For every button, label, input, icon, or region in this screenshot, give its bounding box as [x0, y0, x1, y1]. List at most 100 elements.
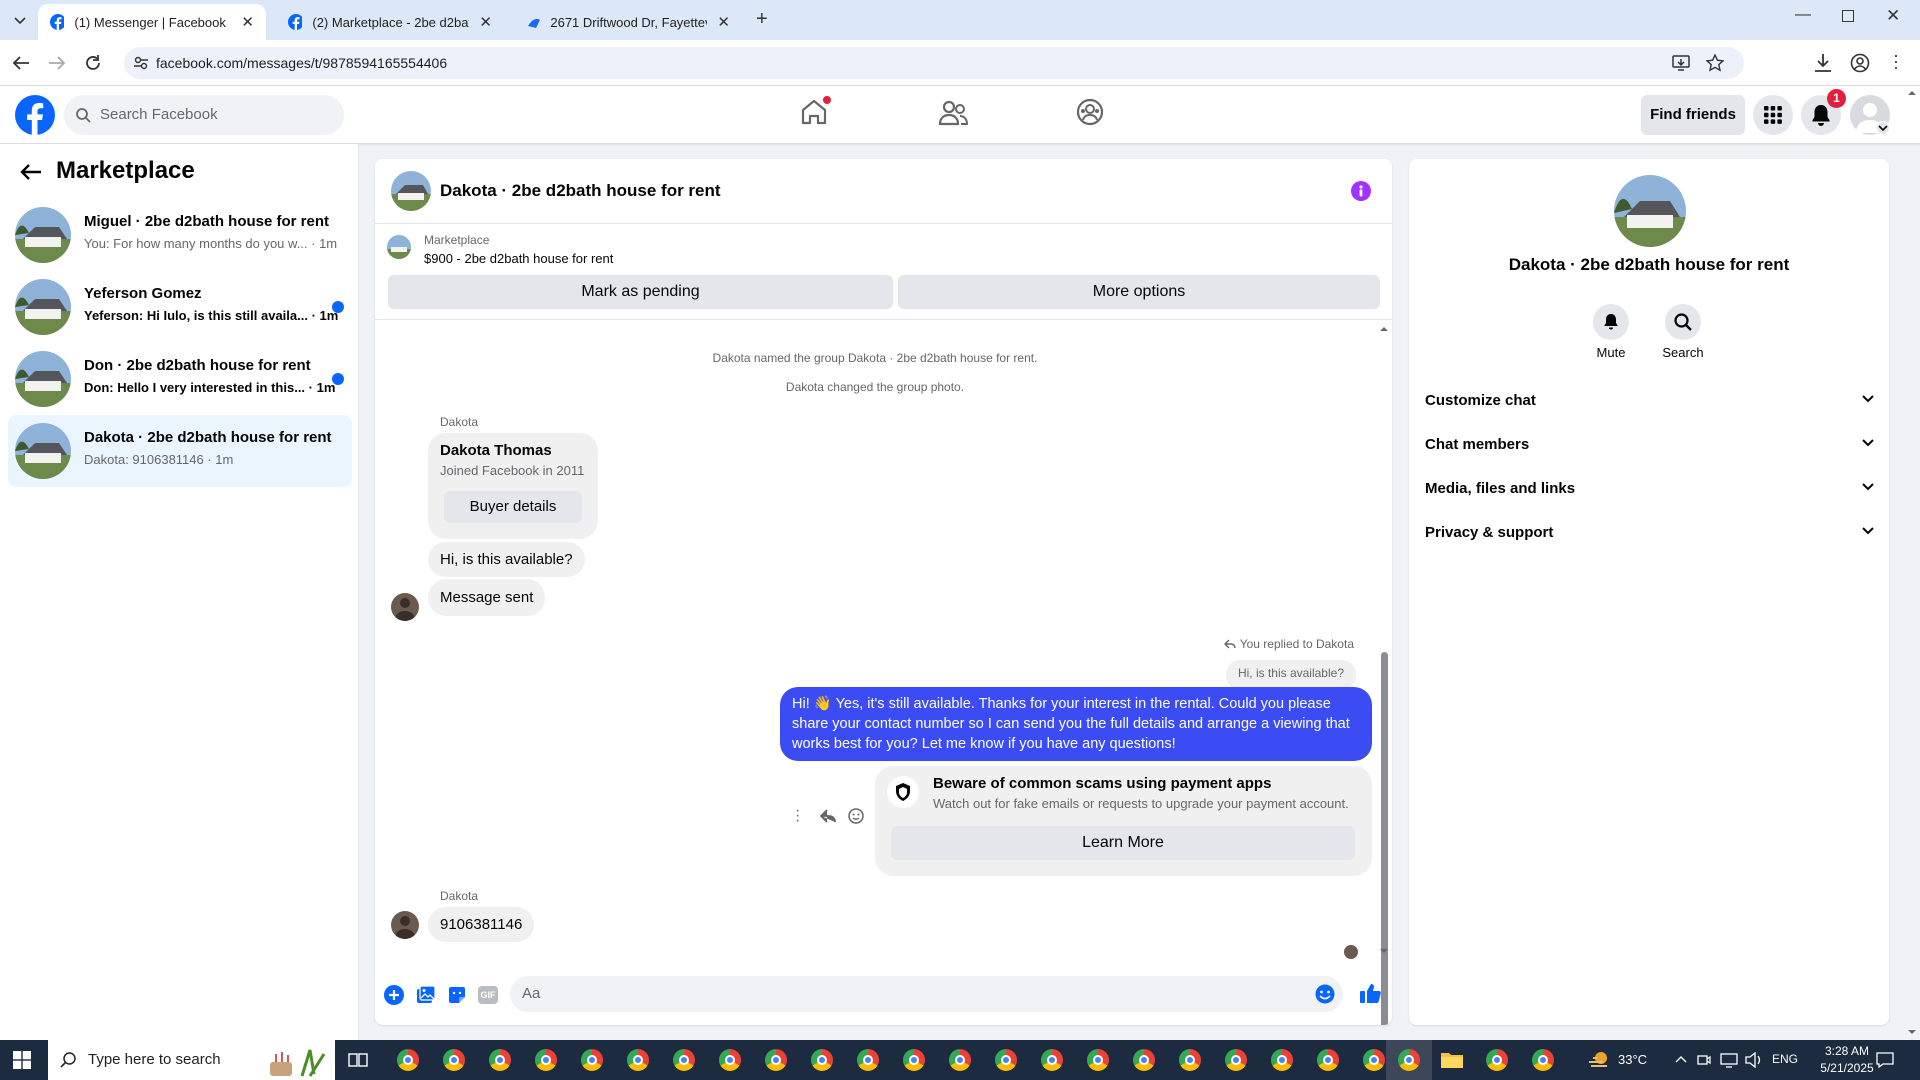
conversation-item[interactable]: Miguel · 2be d2bath house for rent You: …	[8, 199, 352, 271]
nav-home[interactable]	[800, 96, 831, 126]
tab-marketplace[interactable]: (2) Marketplace - 2be d2bath h ✕	[276, 4, 504, 40]
chrome-taskbar-icon[interactable]	[949, 1049, 971, 1071]
weather-temp[interactable]: 33°C	[1618, 1052, 1647, 1067]
facebook-logo[interactable]	[15, 95, 55, 135]
chrome-taskbar-icon[interactable]	[1271, 1049, 1293, 1071]
chrome-taskbar-icon[interactable]	[489, 1049, 511, 1071]
minimize-button[interactable]: —	[1795, 6, 1811, 24]
sender-avatar[interactable]	[391, 593, 419, 621]
back-arrow-icon[interactable]	[12, 55, 30, 71]
chrome-taskbar-icon[interactable]	[1363, 1049, 1385, 1071]
learn-more-button[interactable]: Learn More	[891, 826, 1355, 860]
volume-icon[interactable]	[1745, 1052, 1763, 1068]
forward-arrow-icon[interactable]	[48, 55, 66, 71]
restore-button[interactable]	[1842, 10, 1854, 22]
facebook-search-input[interactable]: Search Facebook	[64, 95, 344, 135]
section-media-files[interactable]: Media, files and links	[1425, 480, 1875, 497]
chrome-taskbar-icon[interactable]	[857, 1049, 879, 1071]
clock[interactable]: 3:28 AM 5/21/2025	[1812, 1043, 1882, 1077]
search-in-chat-button[interactable]	[1665, 304, 1701, 340]
chat-avatar[interactable]	[391, 171, 431, 211]
tab-driftwood[interactable]: 2671 Driftwood Dr, Fayetteville ✕	[514, 4, 742, 40]
chrome-taskbar-icon[interactable]	[1225, 1049, 1247, 1071]
bookmark-star-icon[interactable]	[1706, 54, 1724, 72]
close-tab-icon[interactable]: ✕	[241, 13, 254, 31]
show-hidden-icons-chevron[interactable]	[1675, 1054, 1687, 1064]
new-tab-button[interactable]: +	[756, 8, 768, 31]
taskbar-search-box[interactable]: Type here to search	[48, 1040, 335, 1080]
chat-title[interactable]: Dakota · 2be d2bath house for rent	[440, 181, 721, 201]
emoji-icon[interactable]	[1315, 984, 1335, 1004]
page-scroll-up-icon[interactable]	[1906, 88, 1918, 98]
scroll-down-icon[interactable]	[1378, 946, 1390, 956]
back-arrow-icon[interactable]	[20, 163, 42, 181]
chrome-taskbar-icon[interactable]	[535, 1049, 557, 1071]
chrome-taskbar-icon[interactable]	[1133, 1049, 1155, 1071]
incoming-message[interactable]: Hi, is this available?	[428, 542, 585, 577]
notifications-center-icon[interactable]	[1876, 1052, 1894, 1068]
mark-pending-button[interactable]: Mark as pending	[388, 275, 893, 309]
download-icon[interactable]	[1814, 53, 1832, 73]
message-input[interactable]: Aa	[510, 976, 1343, 1012]
account-chevron[interactable]	[1876, 121, 1890, 135]
section-chat-members[interactable]: Chat members	[1425, 436, 1875, 453]
sticker-icon[interactable]	[447, 985, 467, 1005]
thumbs-up-icon[interactable]	[1359, 982, 1381, 1004]
chrome-taskbar-icon[interactable]	[581, 1049, 603, 1071]
reload-icon[interactable]	[84, 54, 102, 72]
reply-icon[interactable]	[820, 809, 836, 823]
close-tab-icon[interactable]: ✕	[479, 13, 492, 31]
section-privacy-support[interactable]: Privacy & support	[1425, 524, 1875, 541]
add-attachment-button[interactable]	[384, 985, 404, 1005]
chrome-taskbar-icon[interactable]	[1179, 1049, 1201, 1071]
message-more-icon[interactable]: · · ·	[795, 803, 800, 829]
photo-icon[interactable]	[416, 985, 436, 1005]
chrome-taskbar-icon[interactable]	[443, 1049, 465, 1071]
find-friends-button[interactable]: Find friends	[1641, 95, 1745, 135]
site-settings-icon[interactable]	[134, 56, 148, 70]
sender-avatar[interactable]	[391, 911, 419, 939]
chrome-taskbar-icon[interactable]	[1486, 1049, 1508, 1071]
group-photo[interactable]	[1614, 175, 1686, 247]
incoming-message[interactable]: 9106381146	[428, 907, 535, 942]
scroll-up-icon[interactable]	[1378, 324, 1390, 334]
tab-messenger[interactable]: (1) Messenger | Facebook ✕	[38, 4, 266, 40]
nav-groups[interactable]	[1076, 98, 1104, 126]
listing-title[interactable]: $900 - 2be d2bath house for rent	[424, 251, 613, 266]
chrome-taskbar-icon[interactable]	[397, 1049, 419, 1071]
scrollbar-thumb[interactable]	[1381, 652, 1388, 1025]
conversation-item[interactable]: Don · 2be d2bath house for rent Don: Hel…	[8, 343, 352, 415]
browser-menu-icon[interactable]: · · ·	[1893, 46, 1899, 76]
nav-friends[interactable]	[938, 99, 968, 127]
network-icon[interactable]	[1720, 1052, 1738, 1068]
react-smiley-icon[interactable]	[848, 808, 864, 824]
chrome-taskbar-icon[interactable]	[627, 1049, 649, 1071]
more-options-button[interactable]: More options	[898, 275, 1380, 309]
mute-button[interactable]	[1593, 304, 1629, 340]
task-view-icon[interactable]	[348, 1051, 368, 1069]
chrome-taskbar-icon[interactable]	[765, 1049, 787, 1071]
profile-icon[interactable]	[1850, 53, 1870, 73]
conversation-item[interactable]: Yeferson Gomez Yeferson: Hi Iulo, is thi…	[8, 271, 352, 343]
chrome-taskbar-icon[interactable]	[1317, 1049, 1339, 1071]
windows-start-icon[interactable]	[13, 1051, 31, 1069]
outgoing-message[interactable]: Hi! 👋 Yes, it's still available. Thanks …	[780, 687, 1372, 761]
quoted-message[interactable]: Hi, is this available?	[1225, 660, 1356, 690]
conversation-item-selected[interactable]: Dakota · 2be d2bath house for rent Dakot…	[8, 415, 352, 487]
chrome-taskbar-icon[interactable]	[1087, 1049, 1109, 1071]
close-tab-icon[interactable]: ✕	[717, 13, 730, 31]
gif-icon[interactable]: GIF	[478, 986, 498, 1004]
address-bar[interactable]: facebook.com/messages/t/9878594165554406	[124, 47, 1744, 79]
chrome-taskbar-icon[interactable]	[1398, 1049, 1420, 1071]
page-scroll-down-icon[interactable]	[1906, 1027, 1918, 1037]
close-window-button[interactable]: ✕	[1886, 6, 1900, 26]
chrome-taskbar-icon[interactable]	[811, 1049, 833, 1071]
messages-scrollbar[interactable]	[1378, 324, 1390, 1025]
tab-search-dropdown[interactable]	[8, 11, 32, 31]
menu-button[interactable]	[1753, 95, 1793, 135]
chrome-taskbar-icon[interactable]	[719, 1049, 741, 1071]
section-customize-chat[interactable]: Customize chat	[1425, 392, 1875, 409]
input-language[interactable]: ENG	[1772, 1052, 1798, 1066]
weather-icon[interactable]	[1587, 1050, 1611, 1070]
incoming-message[interactable]: Message sent	[428, 579, 546, 616]
